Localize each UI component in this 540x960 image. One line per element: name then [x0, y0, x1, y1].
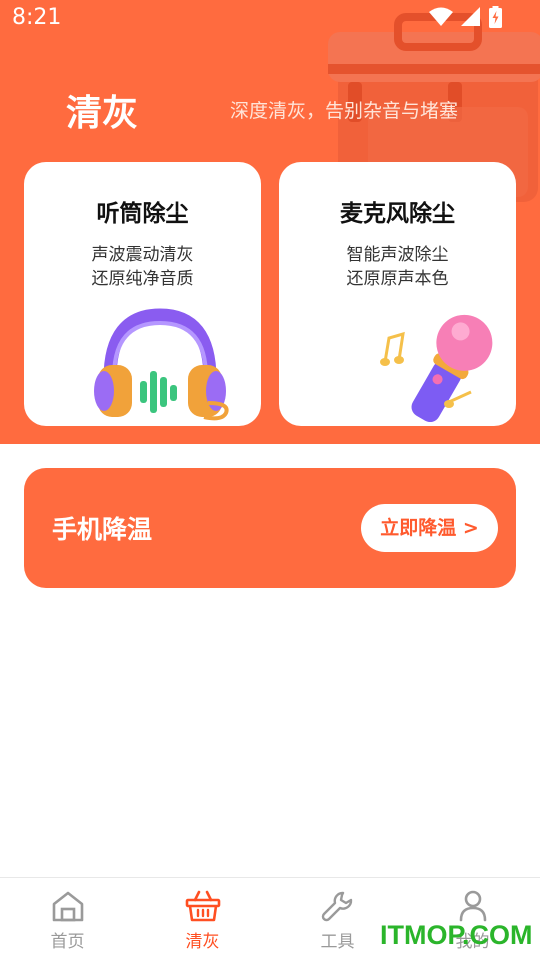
page-subtitle: 深度清灰，告别杂音与堵塞: [230, 100, 459, 122]
home-icon: [52, 891, 83, 922]
card-description-line2: 还原纯净音质: [91, 269, 194, 289]
tab-home[interactable]: 首页: [0, 878, 135, 960]
tab-clean[interactable]: 清灰: [135, 878, 270, 960]
status-time: 8:21: [12, 5, 62, 30]
tab-label: 首页: [50, 932, 85, 952]
card-title: 麦克风除尘: [340, 201, 455, 227]
status-bar: 8:21: [0, 0, 540, 38]
card-title: 听筒除尘: [96, 201, 189, 227]
user-icon: [459, 890, 486, 922]
headphones-icon: [94, 308, 229, 421]
phone-cooling-banner: 手机降温 立即降温 >: [24, 468, 516, 588]
header-banner: 8:21 清灰 深度清灰，告别杂音与堵塞 听筒除尘 声波震动清灰 还原纯净音质: [0, 0, 540, 444]
cool-now-button[interactable]: 立即降温 >: [361, 504, 498, 552]
card-description-line2: 还原原声本色: [346, 269, 449, 289]
wifi-icon: [429, 7, 453, 26]
earpiece-dust-card[interactable]: 听筒除尘 声波震动清灰 还原纯净音质: [24, 162, 261, 426]
status-icons: [429, 6, 502, 28]
page-title: 清灰: [66, 93, 139, 134]
cellular-signal-icon: [461, 7, 480, 26]
cooling-title: 手机降温: [52, 515, 153, 544]
microphone-dust-card[interactable]: 麦克风除尘 智能声波除尘 还原原声本色: [279, 162, 516, 426]
tab-label: 清灰: [185, 932, 220, 952]
battery-icon: [489, 6, 502, 28]
wrench-icon: [321, 891, 352, 922]
microphone-icon: [380, 314, 493, 423]
card-description-line1: 声波震动清灰: [91, 245, 194, 265]
card-description-line1: 智能声波除尘: [346, 245, 449, 265]
watermark: ITMOP.COM: [380, 920, 533, 950]
basket-icon: [185, 890, 220, 922]
